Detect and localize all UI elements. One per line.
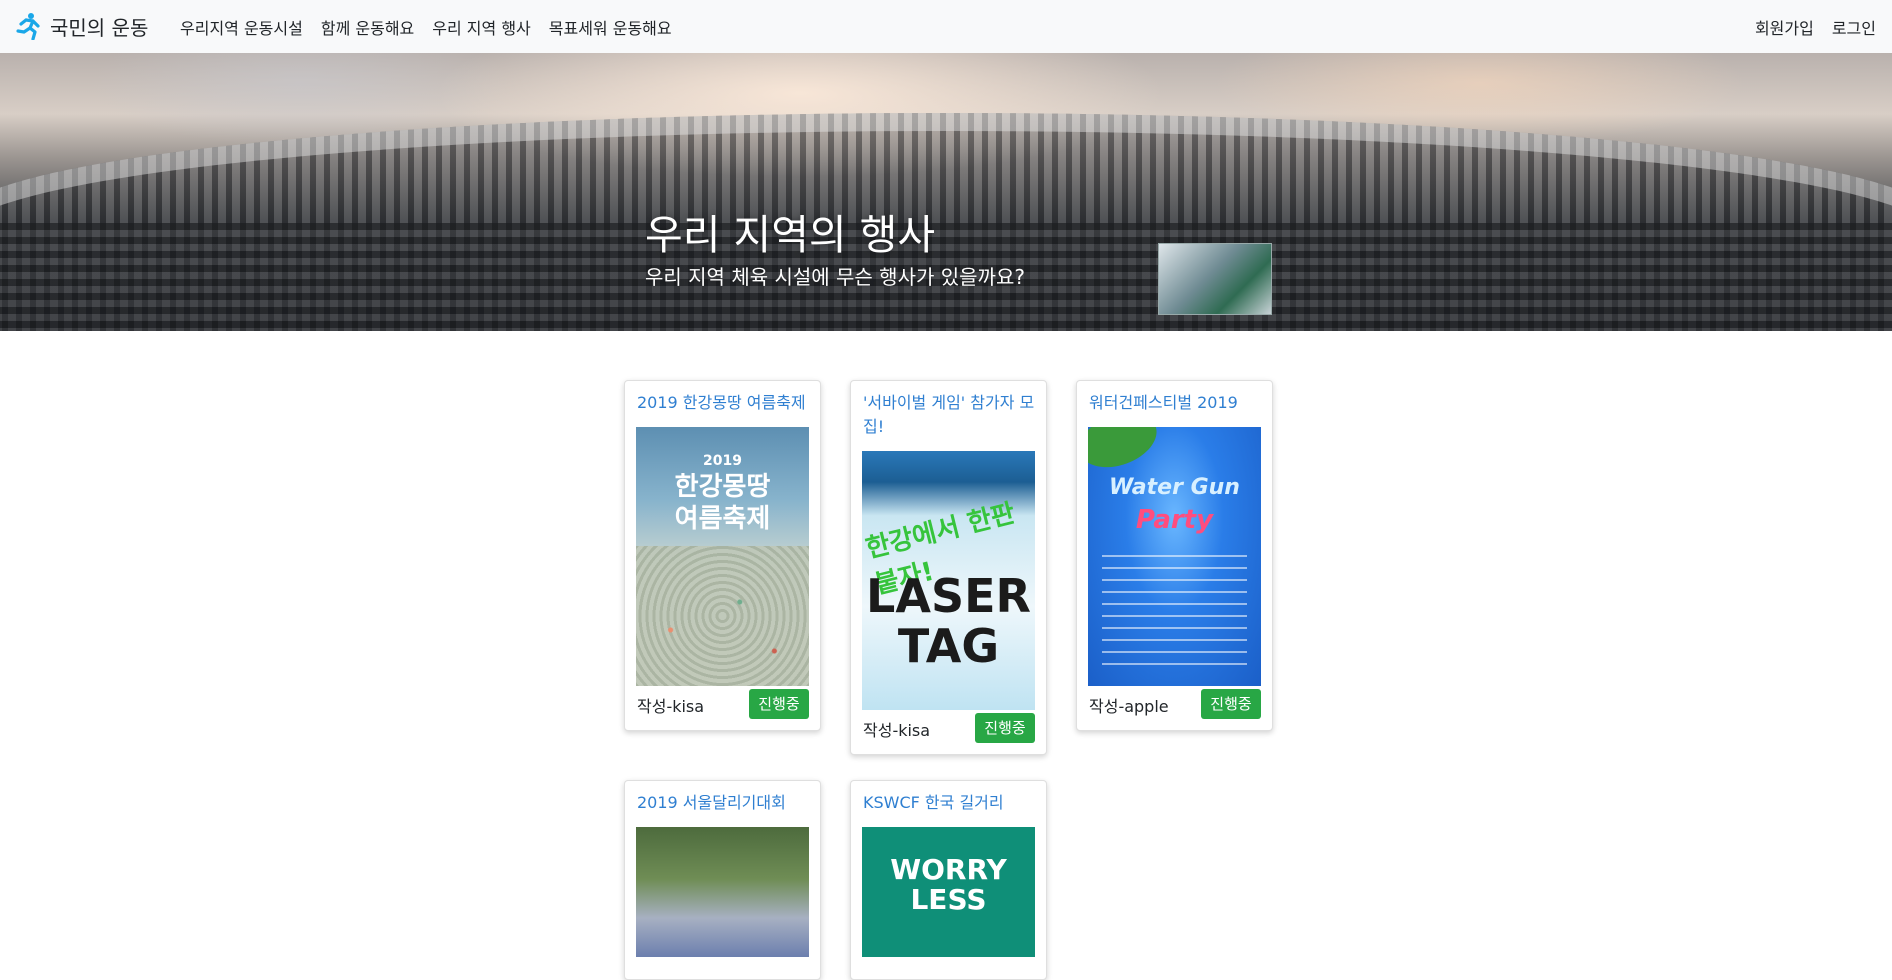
poster-text-lines <box>1102 555 1247 665</box>
status-badge: 진행중 <box>975 713 1035 743</box>
card-author: 작성-apple <box>1089 697 1169 716</box>
card-title[interactable]: 2019 서울달리기대회 <box>637 791 812 815</box>
card-author: 작성-kisa <box>637 697 705 716</box>
poster-subtitle: Party <box>1135 505 1214 535</box>
nav-item-facilities[interactable]: 우리지역 운동시설 <box>180 15 303 39</box>
event-card[interactable]: '서바이벌 게임' 참가자 모집! 한강에서 한판붙자! LASER TAG 작… <box>850 380 1047 755</box>
card-title[interactable]: 워터건페스티벌 2019 <box>1089 391 1264 415</box>
event-card[interactable]: 워터건페스티벌 2019 Water Gun Party 작성-apple 진행… <box>1076 380 1273 731</box>
hero-subtitle: 우리 지역 체육 시설에 무슨 행사가 있을까요? <box>645 265 1025 289</box>
navbar: 국민의 운동 우리지역 운동시설 함께 운동해요 우리 지역 행사 목표세워 운… <box>0 0 1892 53</box>
main-nav: 우리지역 운동시설 함께 운동해요 우리 지역 행사 목표세워 운동해요 <box>180 0 690 53</box>
event-poster[interactable] <box>636 827 809 957</box>
signup-link[interactable]: 회원가입 <box>1755 15 1814 39</box>
event-card[interactable]: 2019 한강몽땅 여름축제 2019 한강몽땅 여름축제 작성-kisa 진행… <box>624 380 821 731</box>
brand-name: 국민의 운동 <box>50 15 149 40</box>
event-poster[interactable]: 한강에서 한판붙자! LASER TAG <box>862 451 1035 710</box>
nav-item-goal-exercise[interactable]: 목표세워 운동해요 <box>549 15 672 39</box>
poster-title: 한강몽땅 여름축제 <box>674 472 771 534</box>
card-title[interactable]: 2019 한강몽땅 여름축제 <box>637 391 812 415</box>
runner-icon <box>16 13 40 40</box>
status-badge: 진행중 <box>749 689 809 719</box>
poster-title: LASER TAG <box>866 569 1031 673</box>
beach-crowd <box>636 546 809 686</box>
poster-title: Water Gun <box>1109 475 1240 500</box>
user-nav: 회원가입 로그인 <box>1737 0 1876 53</box>
poster-title: WORRY LESS <box>890 853 1007 916</box>
palm-leaf <box>1088 427 1165 478</box>
stadium-screen <box>1158 243 1272 315</box>
event-card[interactable]: KSWCF 한국 길거리 WORRY LESS <box>850 780 1047 980</box>
event-card[interactable]: 2019 서울달리기대회 <box>624 780 821 980</box>
hero-banner: 우리 지역의 행사 우리 지역 체육 시설에 무슨 행사가 있을까요? <box>0 53 1892 331</box>
status-badge: 진행중 <box>1201 689 1261 719</box>
poster-year: 2019 <box>703 453 742 469</box>
brand-link[interactable]: 국민의 운동 <box>14 9 148 43</box>
card-author: 작성-kisa <box>863 721 931 740</box>
event-poster[interactable]: Water Gun Party <box>1088 427 1261 686</box>
card-title[interactable]: KSWCF 한국 길거리 <box>863 791 1038 815</box>
event-poster[interactable]: WORRY LESS <box>862 827 1035 957</box>
event-poster[interactable]: 2019 한강몽땅 여름축제 <box>636 427 809 686</box>
nav-item-local-events[interactable]: 우리 지역 행사 <box>432 15 531 39</box>
card-title[interactable]: '서바이벌 게임' 참가자 모집! <box>863 391 1038 439</box>
login-link[interactable]: 로그인 <box>1832 15 1876 39</box>
nav-item-exercise-together[interactable]: 함께 운동해요 <box>321 15 414 39</box>
hero-title: 우리 지역의 행사 <box>645 211 936 259</box>
